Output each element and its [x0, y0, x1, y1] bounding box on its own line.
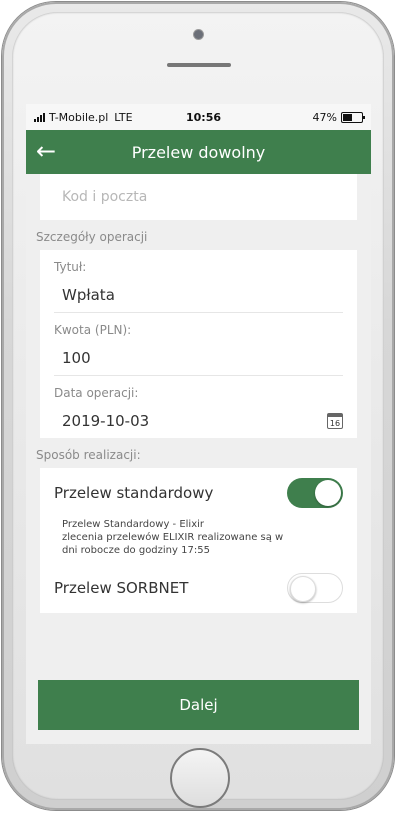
app-bar: ← Przelew dowolny: [26, 130, 371, 174]
postal-code-placeholder: Kod i poczta: [62, 189, 148, 205]
network-type: LTE: [114, 110, 133, 124]
standard-transfer-label: Przelew standardowy: [54, 484, 214, 502]
clock: 10:56: [186, 110, 222, 124]
toggle-knob: [290, 576, 316, 602]
front-camera: [194, 30, 203, 39]
desc-line-1: Przelew Standardowy - Elixir: [62, 519, 205, 530]
title-value[interactable]: Wpłata: [54, 280, 343, 313]
date-field[interactable]: Data operacji: 2019-10-03 16: [40, 376, 357, 438]
carrier-name: T-Mobile.pl: [49, 110, 109, 124]
operation-details-heading: Szczegóły operacji: [36, 230, 148, 244]
earpiece-speaker: [167, 63, 231, 67]
battery-status: 47%: [312, 110, 365, 124]
battery-icon: [341, 111, 365, 123]
home-button[interactable]: [170, 748, 230, 808]
amount-field[interactable]: Kwota (PLN): 100: [40, 313, 357, 376]
sorbnet-transfer-label: Przelew SORBNET: [54, 579, 189, 597]
standard-transfer-toggle[interactable]: [287, 478, 343, 508]
calendar-icon[interactable]: 16: [327, 413, 343, 429]
page-title: Przelew dowolny: [131, 142, 266, 162]
back-arrow-icon[interactable]: ←: [36, 138, 56, 164]
desc-line-3: dni robocze do godziny 17:55: [62, 545, 210, 556]
date-label: Data operacji:: [54, 386, 139, 400]
status-bar: T-Mobile.pl LTE 10:56 47%: [26, 104, 371, 130]
standard-transfer-description: Przelew Standardowy - Elixir zlecenia pr…: [40, 518, 357, 563]
title-label: Tytuł:: [54, 260, 87, 274]
title-field[interactable]: Tytuł: Wpłata: [40, 250, 357, 313]
postal-code-field[interactable]: Kod i poczta: [40, 174, 357, 220]
signal-icon: [34, 112, 45, 122]
amount-label: Kwota (PLN):: [54, 323, 132, 337]
phone-screen: T-Mobile.pl LTE 10:56 47% ← Przelew dowo…: [26, 104, 371, 744]
battery-percent: 47%: [312, 110, 337, 124]
next-button[interactable]: Dalej: [38, 680, 359, 730]
toggle-knob: [315, 480, 341, 506]
date-value[interactable]: 2019-10-03: [62, 412, 149, 430]
execution-method-heading: Sposób realizacji:: [36, 448, 141, 462]
sorbnet-transfer-toggle[interactable]: [287, 573, 343, 603]
standard-transfer-option[interactable]: Przelew standardowy: [40, 468, 357, 518]
operation-details-card: Tytuł: Wpłata Kwota (PLN): 100 Data oper…: [40, 250, 357, 438]
date-row[interactable]: 2019-10-03 16: [54, 406, 343, 438]
execution-method-card: Przelew standardowy Przelew Standardowy …: [40, 468, 357, 613]
sorbnet-transfer-option[interactable]: Przelew SORBNET: [40, 563, 357, 613]
desc-line-2: zlecenia przelewów ELIXIR realizowane są…: [62, 532, 284, 543]
amount-value[interactable]: 100: [54, 343, 343, 376]
